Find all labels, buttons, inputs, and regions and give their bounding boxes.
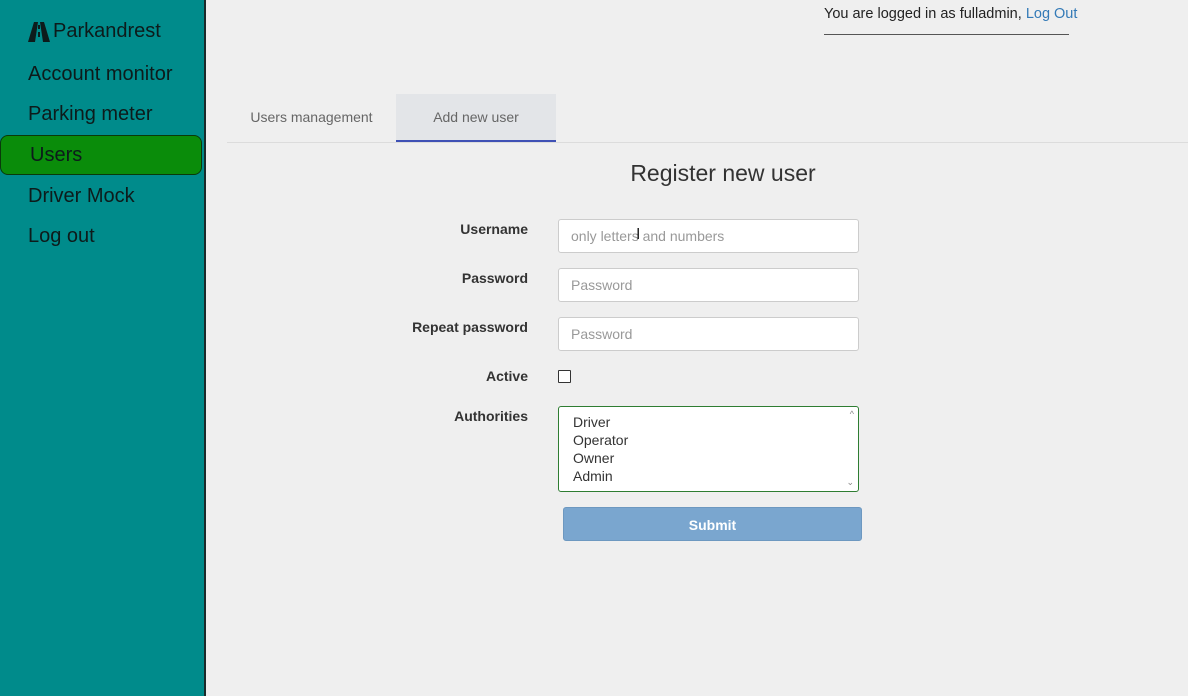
sidebar-item-account-monitor[interactable]: Account monitor: [28, 63, 173, 86]
sidebar-item-driver-mock[interactable]: Driver Mock: [28, 185, 135, 208]
tab-bar: Users management Add new user: [227, 94, 1188, 143]
scroll-down-icon[interactable]: ⌄: [846, 477, 854, 488]
username-label: Username: [460, 221, 528, 237]
text-cursor-icon: I: [636, 226, 641, 243]
logged-in-text: You are logged in as fulladmin,: [824, 6, 1022, 22]
repeat-password-label: Repeat password: [412, 319, 528, 335]
repeat-password-input[interactable]: [558, 317, 859, 351]
password-input[interactable]: [558, 268, 859, 302]
active-checkbox[interactable]: [558, 370, 571, 383]
sidebar: Parkandrest Account monitor Parking mete…: [0, 0, 206, 696]
username-input[interactable]: [558, 219, 859, 253]
sidebar-item-parking-meter[interactable]: Parking meter: [28, 103, 153, 126]
login-status: You are logged in as fulladmin, Log Out: [824, 6, 1077, 35]
scroll-up-icon[interactable]: ^: [850, 409, 854, 419]
authority-option-owner[interactable]: Owner: [573, 450, 614, 466]
page-title: Register new user: [630, 160, 816, 186]
authorities-label: Authorities: [454, 408, 528, 424]
submit-button[interactable]: Submit: [563, 507, 862, 541]
active-label: Active: [485, 368, 528, 384]
road-icon: [28, 21, 50, 42]
authorities-listbox[interactable]: Driver Operator Owner Admin ^ ⌄: [558, 406, 859, 492]
logout-link[interactable]: Log Out: [1026, 6, 1078, 22]
brand-name: Parkandrest: [53, 20, 161, 42]
password-label: Password: [461, 270, 528, 286]
authority-option-driver[interactable]: Driver: [573, 414, 610, 430]
tab-users-management[interactable]: Users management: [227, 94, 396, 142]
sidebar-item-log-out[interactable]: Log out: [28, 225, 95, 248]
brand[interactable]: Parkandrest: [28, 20, 161, 43]
sidebar-item-users[interactable]: Users: [0, 135, 202, 175]
authority-option-admin[interactable]: Admin: [573, 468, 613, 484]
authority-option-operator[interactable]: Operator: [573, 432, 628, 448]
tab-add-new-user[interactable]: Add new user: [396, 94, 556, 142]
